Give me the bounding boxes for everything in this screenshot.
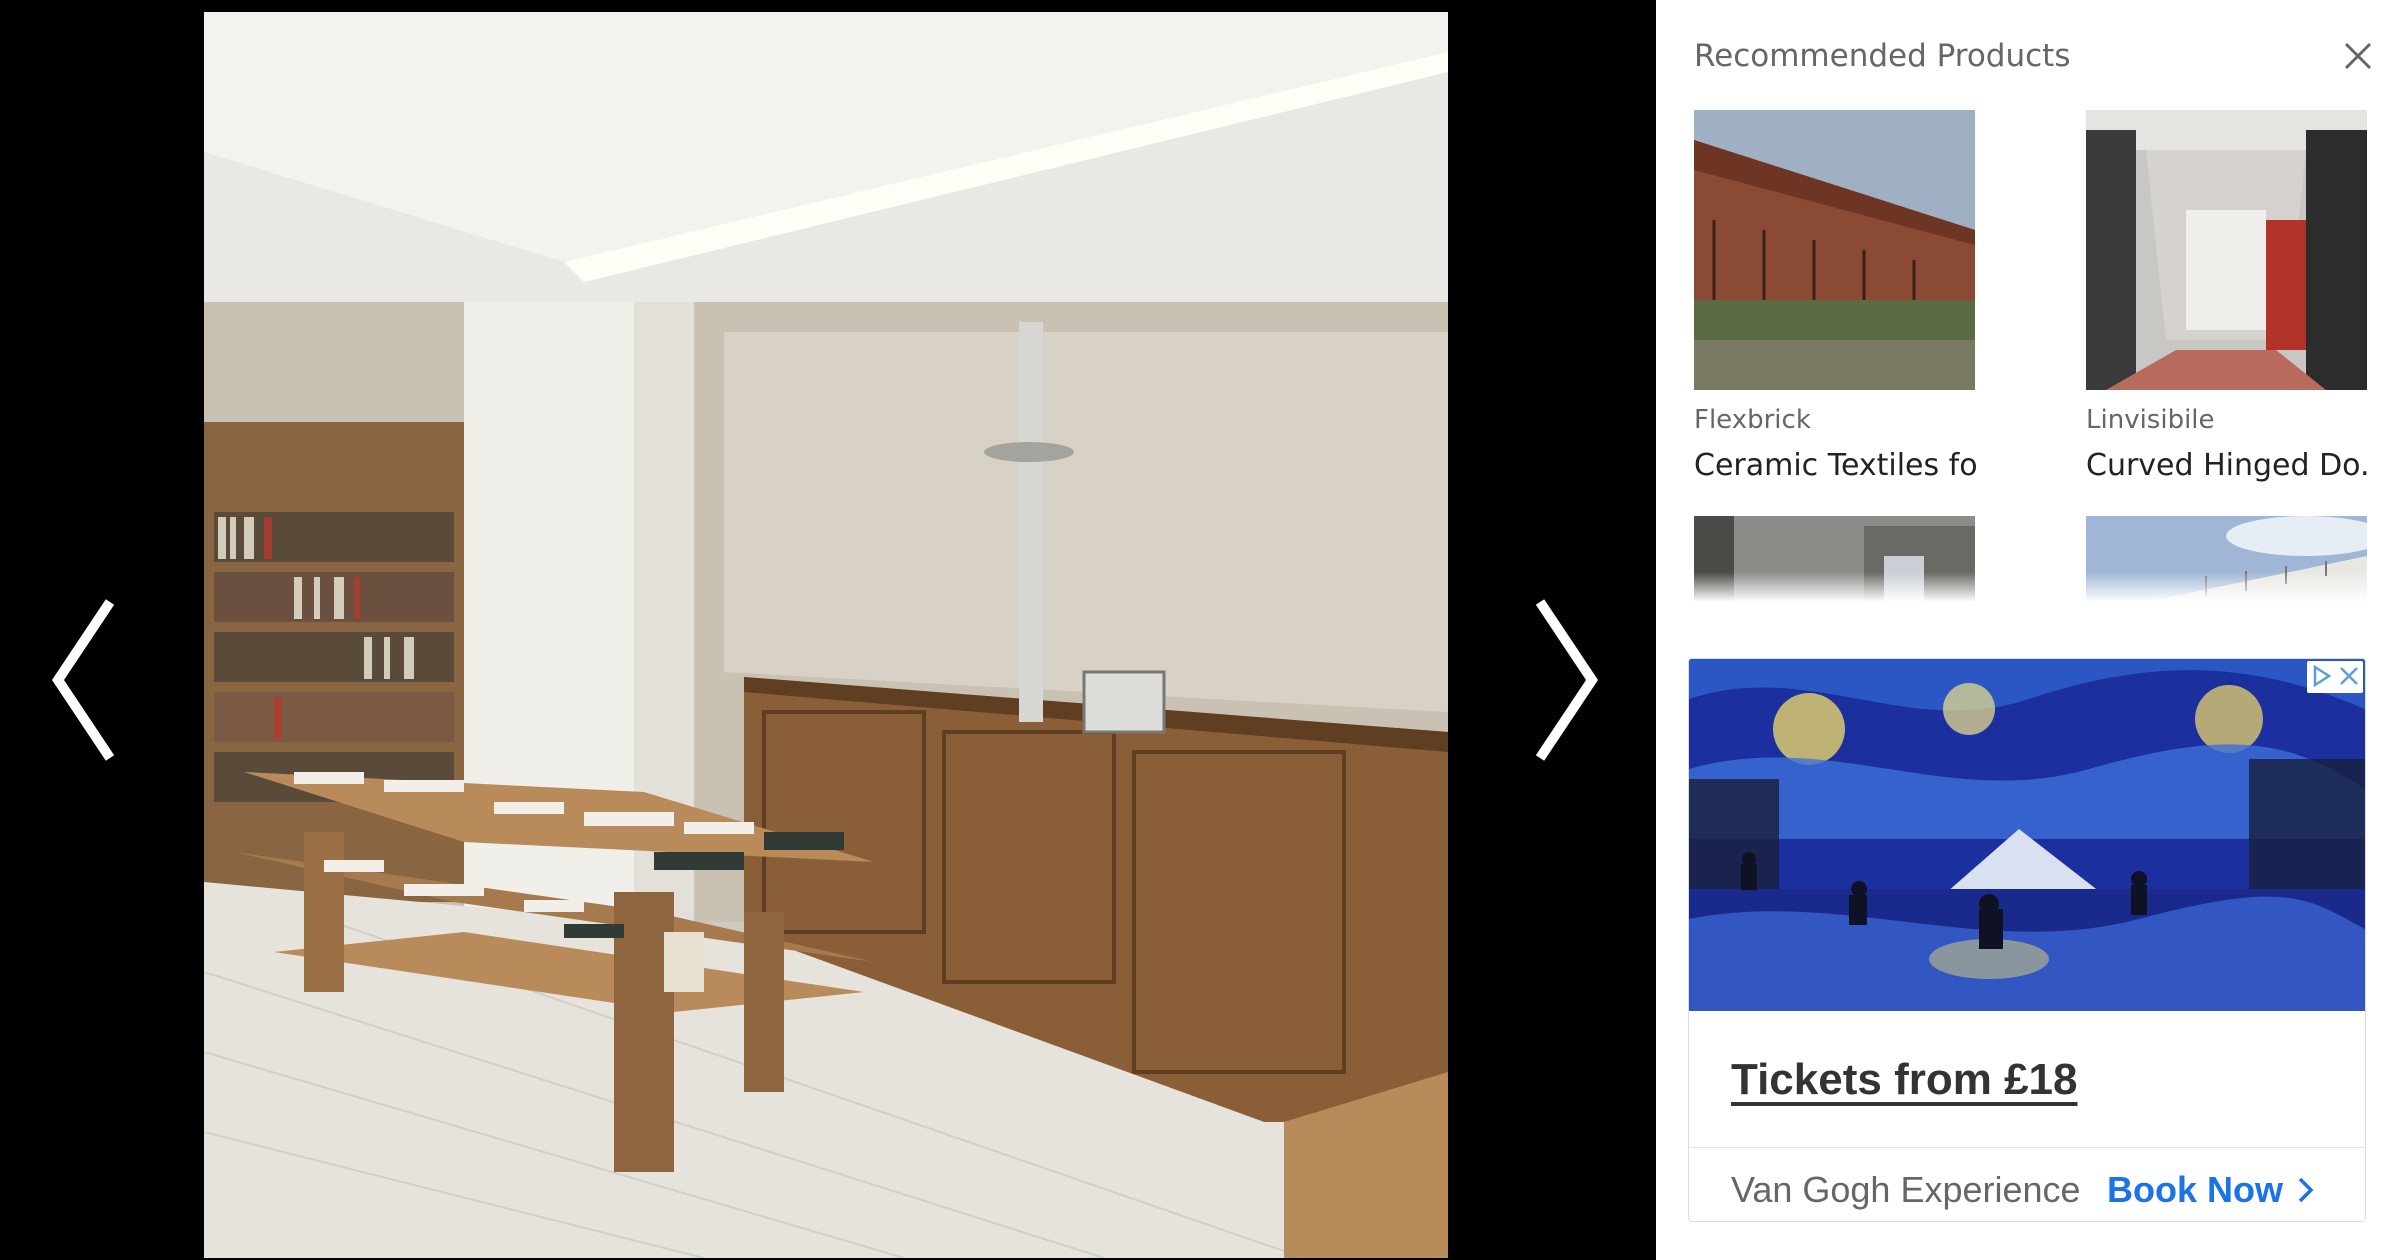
book-now-label: Book Now bbox=[2107, 1169, 2283, 1210]
ad-image[interactable] bbox=[1689, 659, 2365, 1011]
sidebar-title: Recommended Products bbox=[1694, 38, 2071, 74]
ad-advertiser-name: Van Gogh Experience bbox=[1731, 1169, 2081, 1210]
product-brand: Linvisibile bbox=[2086, 405, 2215, 435]
previous-image-button[interactable] bbox=[40, 590, 130, 770]
product-name[interactable]: Curved Hinged Do... bbox=[2086, 448, 2370, 484]
chevron-right-icon bbox=[2298, 1177, 2314, 1203]
gallery-photo bbox=[204, 12, 1448, 1258]
sidebar-header: Recommended Products bbox=[1694, 36, 2374, 76]
product-name[interactable]: Ceramic Textiles fo... bbox=[1694, 448, 1978, 484]
product-thumbnail[interactable] bbox=[1694, 110, 1975, 390]
product-thumbnail[interactable] bbox=[1694, 516, 1975, 602]
product-thumbnail[interactable] bbox=[2086, 516, 2367, 602]
close-button[interactable] bbox=[2342, 40, 2374, 72]
ad-close-icon[interactable] bbox=[2335, 661, 2363, 691]
ad-info-icon[interactable] bbox=[2307, 661, 2335, 691]
product-brand: Flexbrick bbox=[1694, 405, 1811, 435]
chevron-left-icon bbox=[51, 599, 115, 761]
advertisement[interactable]: Tickets from £18 Van Gogh Experience Boo… bbox=[1688, 658, 2366, 1222]
product-card[interactable]: Linvisibile Curved Hinged Do... bbox=[2086, 110, 2370, 484]
chevron-right-icon bbox=[1535, 599, 1599, 761]
ad-divider bbox=[1689, 1147, 2365, 1148]
ad-choices-badge[interactable] bbox=[2307, 661, 2363, 693]
ad-headline[interactable]: Tickets from £18 bbox=[1731, 1055, 2077, 1105]
book-now-button[interactable]: Book Now bbox=[2107, 1169, 2315, 1211]
image-gallery bbox=[0, 0, 1656, 1260]
next-image-button[interactable] bbox=[1520, 590, 1610, 770]
product-card[interactable]: Flexbrick Ceramic Textiles fo... bbox=[1694, 110, 1978, 484]
close-icon bbox=[2344, 42, 2372, 70]
product-thumbnail[interactable] bbox=[2086, 110, 2367, 390]
recommended-products-list: Flexbrick Ceramic Textiles fo... Linvisi… bbox=[1694, 110, 2374, 602]
